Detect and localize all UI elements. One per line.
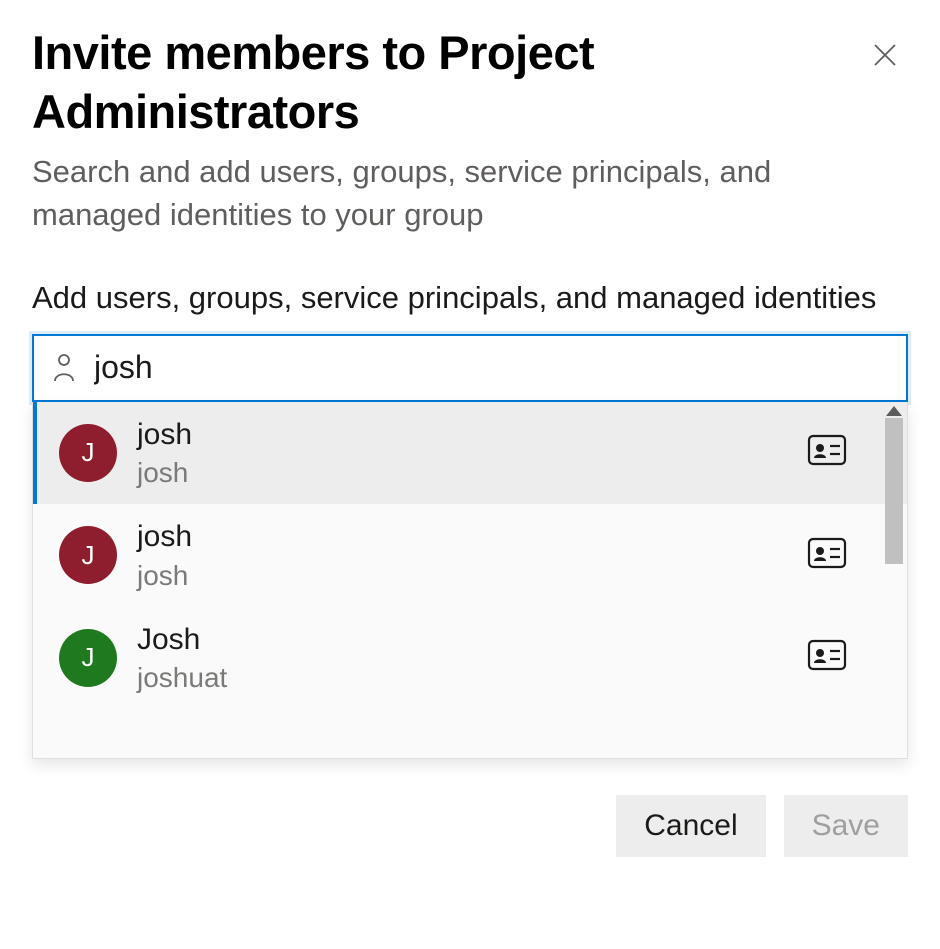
result-text: joshjosh <box>137 416 787 491</box>
result-text: Joshjoshuat <box>137 621 787 696</box>
dialog-footer: Cancel Save <box>32 795 908 857</box>
dialog-subtitle: Search and add users, groups, service pr… <box>32 150 908 237</box>
result-item[interactable]: Jjoshjosh <box>33 504 907 607</box>
avatar: J <box>59 526 117 584</box>
invite-members-dialog: Invite members to Project Administrators… <box>0 0 940 889</box>
dialog-title: Invite members to Project Administrators <box>32 24 862 142</box>
result-text: joshjosh <box>137 518 787 593</box>
search-input[interactable] <box>94 336 890 400</box>
contact-card-icon <box>807 434 847 471</box>
contact-card-icon <box>807 639 847 676</box>
close-button[interactable] <box>862 32 908 78</box>
scroll-up-arrow-icon <box>886 406 902 416</box>
result-name: Josh <box>137 621 787 659</box>
result-sub: joshuat <box>137 660 787 695</box>
search-combobox: JjoshjoshJjoshjoshJJoshjoshuat <box>32 334 908 759</box>
person-icon <box>50 353 78 383</box>
result-item[interactable]: J Joshjoshuat <box>33 607 907 710</box>
result-sub: josh <box>137 455 787 490</box>
dialog-header: Invite members to Project Administrators <box>32 24 908 142</box>
scroll-thumb[interactable] <box>885 418 903 564</box>
dropdown-scrollbar[interactable] <box>881 402 907 758</box>
avatar: J <box>59 629 117 687</box>
result-name: josh <box>137 416 787 454</box>
contact-card-icon <box>807 537 847 574</box>
search-box[interactable] <box>32 334 908 402</box>
cancel-button[interactable]: Cancel <box>616 795 765 857</box>
search-results-dropdown: JjoshjoshJjoshjoshJJoshjoshuat <box>32 402 908 759</box>
save-button[interactable]: Save <box>784 795 908 857</box>
search-field-label: Add users, groups, service principals, a… <box>32 276 908 319</box>
result-sub: josh <box>137 558 787 593</box>
close-icon <box>870 40 900 70</box>
result-item[interactable]: Jjoshjosh <box>33 402 907 505</box>
result-name: josh <box>137 518 787 556</box>
avatar: J <box>59 424 117 482</box>
